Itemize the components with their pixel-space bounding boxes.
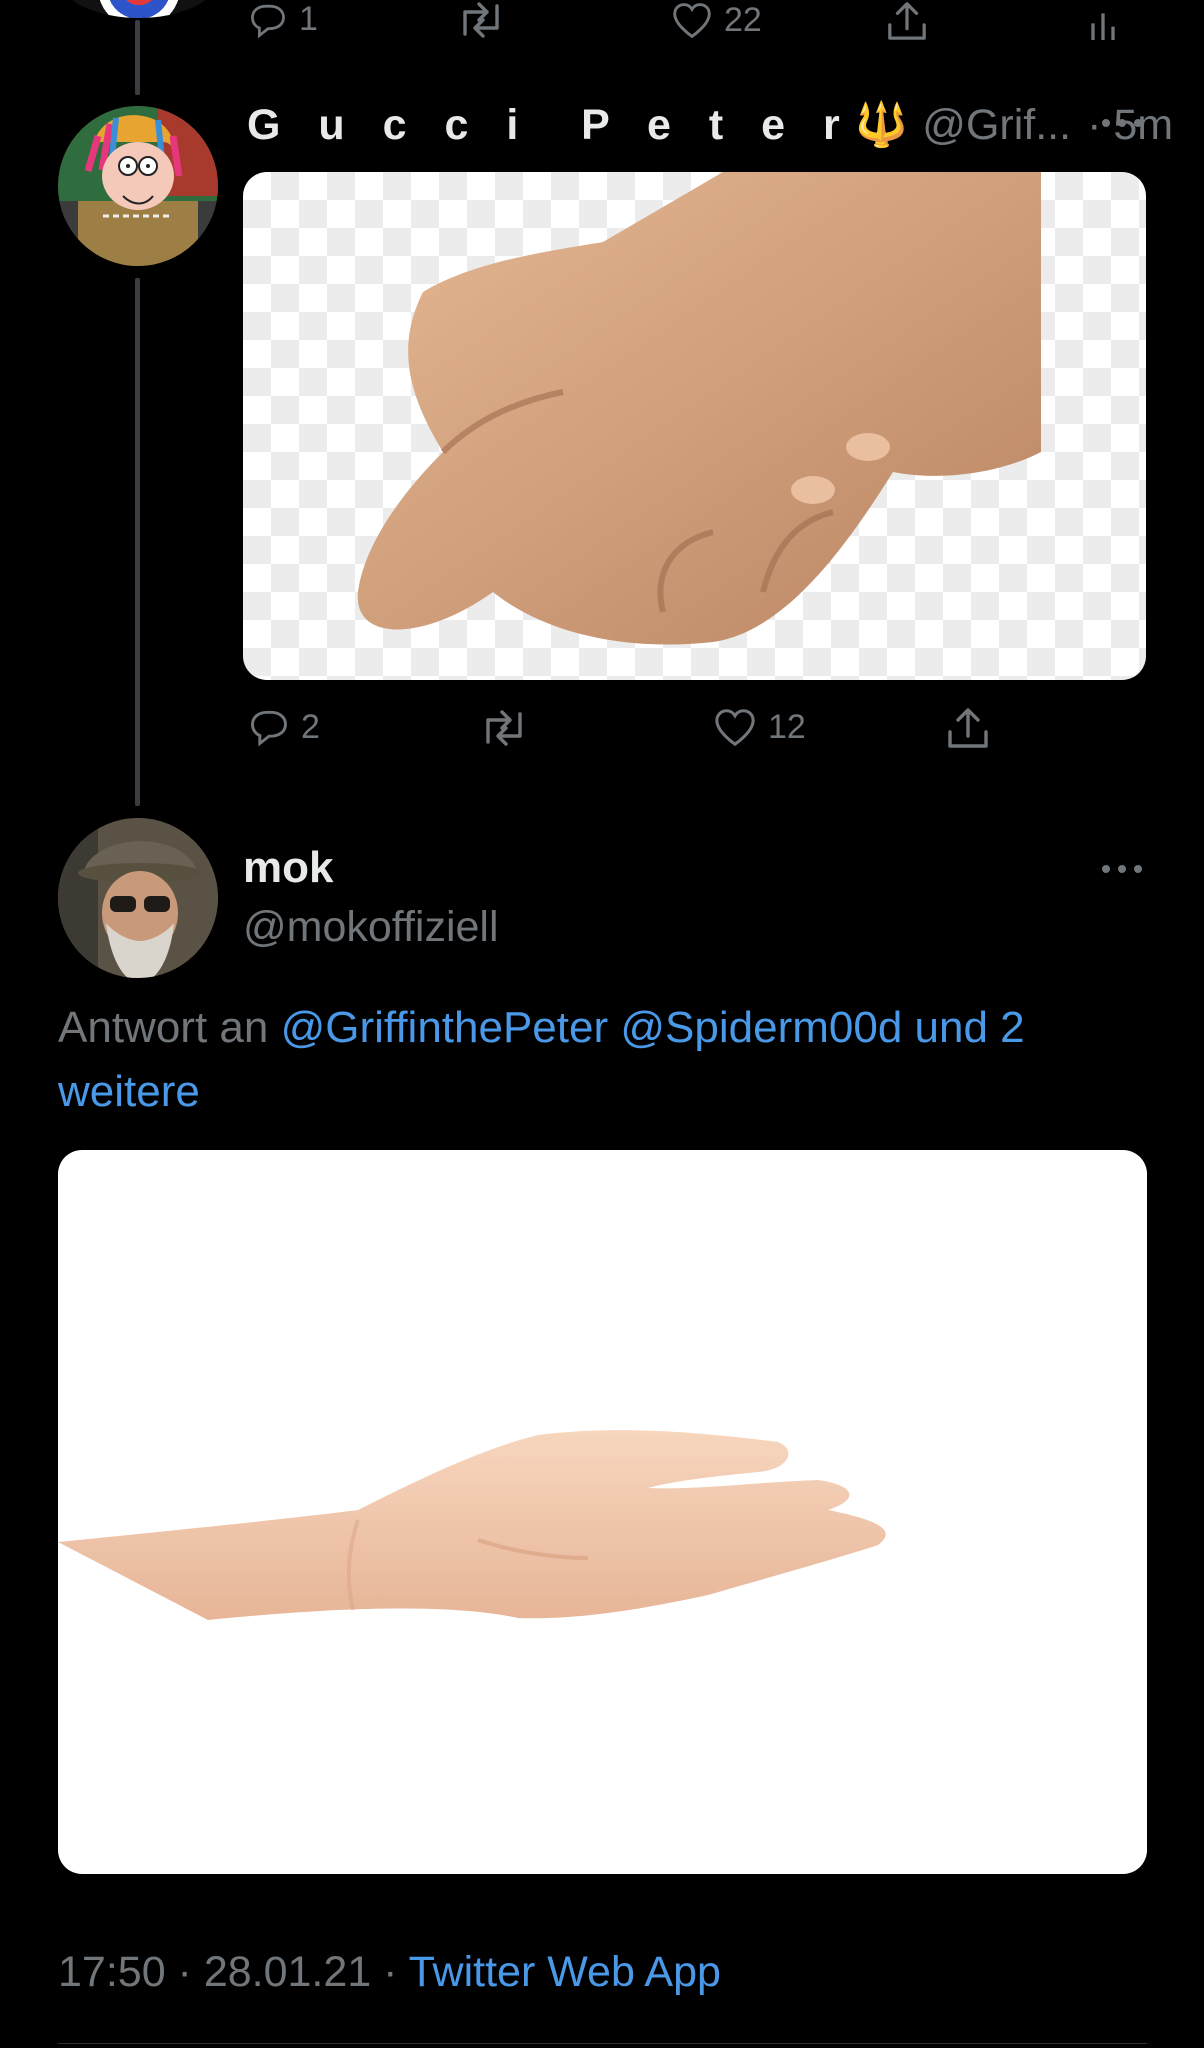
gucci-peter-display-name[interactable]: G u c c i P e t e r: [247, 101, 853, 150]
reply-others-link-2[interactable]: weitere: [58, 1067, 200, 1116]
top-like-button[interactable]: 22: [670, 0, 762, 40]
mention-spiderm00d[interactable]: @Spiderm00d: [620, 1003, 902, 1052]
gucci-peter-avatar[interactable]: [58, 106, 218, 266]
retweet-icon: [463, 2, 499, 38]
tweet-source-link[interactable]: Twitter Web App: [409, 1948, 721, 1996]
top-avatar-partial: [60, 0, 218, 18]
bottom-divider: [58, 2043, 1147, 2044]
mention-griffinthepeter[interactable]: @GriffinthePeter: [281, 1003, 609, 1052]
gucci-share-button[interactable]: [944, 706, 992, 750]
mok-more-button[interactable]: [1098, 862, 1146, 881]
tweet-meta: 17:50 · 28.01.21 · Twitter Web App: [58, 1948, 721, 1997]
mok-handle[interactable]: @mokoffiziell: [243, 903, 499, 952]
gucci-tweet-image[interactable]: [243, 172, 1146, 680]
share-icon: [888, 2, 926, 40]
gucci-peter-handle[interactable]: @Grif...: [922, 101, 1071, 150]
reply-others-link[interactable]: und 2: [915, 1003, 1025, 1052]
share-icon: [948, 708, 988, 748]
open-palm-hand-image: [58, 1430, 886, 1620]
reply-icon: [251, 4, 285, 38]
more-icon: [1102, 865, 1142, 873]
top-retweet-button[interactable]: [455, 0, 507, 40]
top-like-count: 22: [724, 0, 762, 39]
gucci-like-button[interactable]: 12: [712, 706, 806, 748]
reaching-hand-image: [357, 172, 1041, 645]
top-reply-count: 1: [299, 0, 318, 38]
reply-context: Antwort an @GriffinthePeter @Spiderm00d …: [58, 996, 1158, 1124]
analytics-icon: [1091, 13, 1115, 40]
gucci-peter-header: G u c c i P e t e r 🔱 @Grif... · 5m: [247, 100, 1173, 150]
top-reply-button[interactable]: 1: [247, 0, 318, 39]
gucci-more-button[interactable]: [1098, 116, 1146, 135]
avatar-cartoon-image: [58, 106, 218, 266]
trident-emoji: 🔱: [854, 101, 909, 149]
gucci-retweet-button[interactable]: [478, 708, 530, 748]
reply-prefix: Antwort an: [58, 1003, 269, 1052]
thread-line-top: [135, 20, 140, 95]
gucci-reply-button[interactable]: 2: [247, 706, 320, 748]
mok-avatar[interactable]: [58, 818, 218, 978]
reply-icon: [251, 710, 287, 747]
mok-tweet-image[interactable]: [58, 1150, 1147, 1874]
top-share-button[interactable]: [884, 0, 930, 42]
top-analytics-button[interactable]: [1088, 10, 1118, 40]
thread-line-gucci: [135, 278, 140, 806]
heart-icon: [715, 709, 755, 747]
avatar-photo-image: [58, 818, 218, 978]
retweet-icon: [486, 710, 522, 746]
gucci-like-count: 12: [768, 707, 806, 746]
heart-icon: [673, 3, 711, 39]
more-icon: [1102, 119, 1142, 127]
mok-display-name[interactable]: mok: [243, 843, 333, 893]
tweet-timestamp: 17:50 · 28.01.21 ·: [58, 1948, 398, 1996]
gucci-reply-count: 2: [301, 707, 320, 746]
